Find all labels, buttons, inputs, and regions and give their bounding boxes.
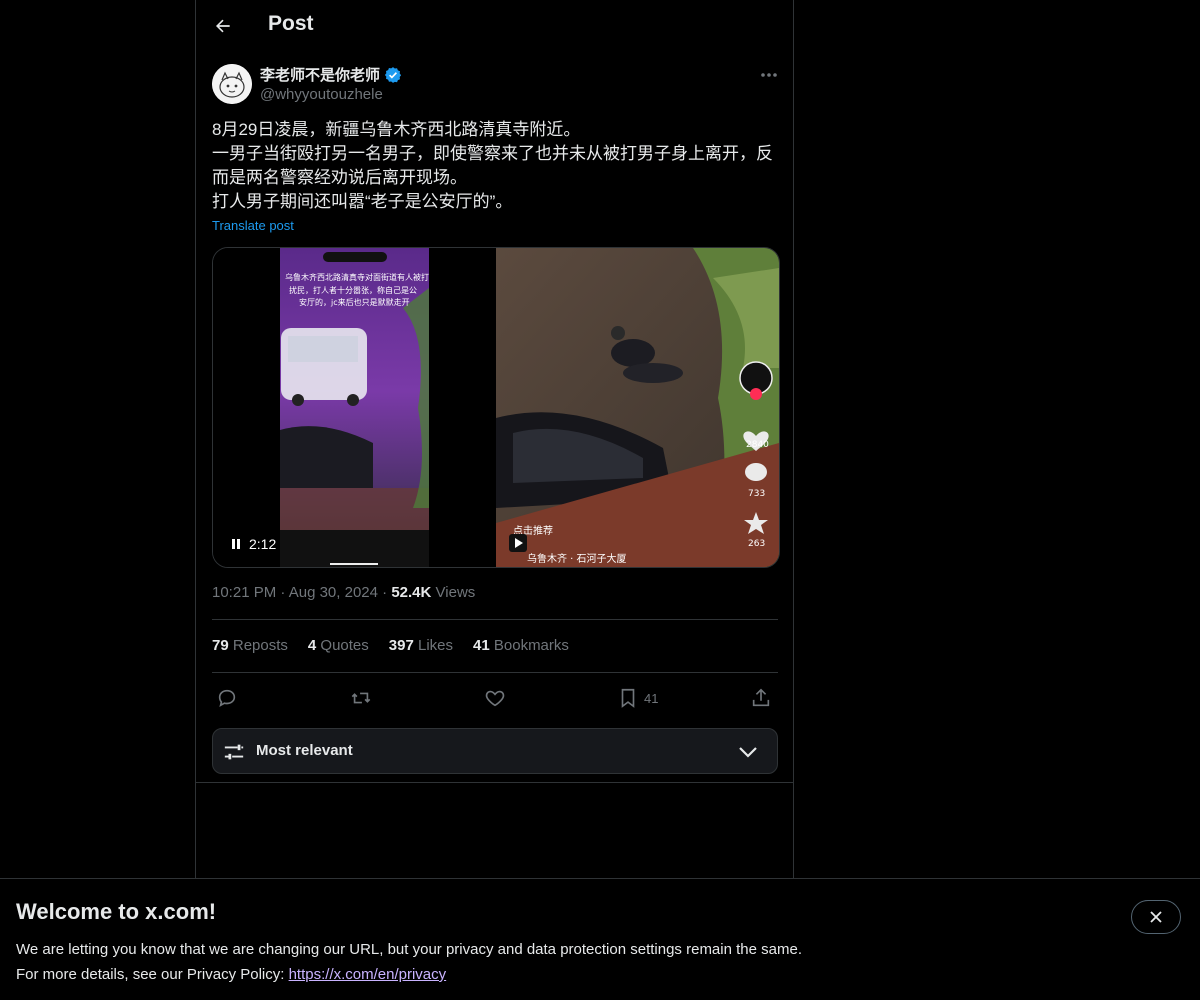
- heart-icon: [485, 690, 505, 707]
- avatar[interactable]: [212, 64, 252, 104]
- banner-line1: We are letting you know that we are chan…: [16, 941, 802, 958]
- separator-dot: ·: [280, 584, 289, 601]
- banner-title: Welcome to x.com!: [16, 899, 217, 924]
- reposts-count: 79: [212, 637, 229, 654]
- author-handle[interactable]: @whyyoutouzhele: [260, 86, 383, 103]
- privacy-policy-link[interactable]: https://x.com/en/privacy: [289, 966, 447, 983]
- more-options-button[interactable]: [754, 64, 784, 86]
- quotes-label: Quotes: [320, 637, 369, 654]
- divider: [212, 619, 778, 620]
- reposts-stat[interactable]: 79 Reposts: [212, 637, 288, 654]
- post-stats: 79 Reposts 4 Quotes 397 Likes 41 Bookmar…: [212, 637, 569, 654]
- banner-text: We are letting you know that we are chan…: [16, 937, 802, 987]
- more-dots-icon: [761, 73, 777, 77]
- post-text: 8月29日凌晨，新疆乌鲁木齐西北路清真寺附近。 一男子当街殴打另一名男子，即使警…: [212, 118, 782, 214]
- likes-count: 397: [388, 637, 414, 654]
- url-change-banner: Welcome to x.com! We are letting you kno…: [0, 878, 1200, 1000]
- share-icon: [752, 688, 770, 707]
- arrow-left-icon: [216, 19, 230, 33]
- main-column: Post 李老师不是你老师 @whyyoutouzhele 8月29日凌晨，新疆…: [195, 0, 794, 878]
- pause-icon[interactable]: [231, 538, 241, 550]
- post-timestamp: 10:21 PM · Aug 30, 2024 · 52.4K Views: [212, 584, 475, 601]
- bookmark-icon: [621, 688, 635, 708]
- reposts-label: Reposts: [232, 637, 288, 654]
- video-controls: 2:12: [231, 536, 276, 552]
- close-icon: [1150, 911, 1162, 923]
- video-location: 乌鲁木齐 · 石河子大厦: [527, 552, 627, 565]
- repost-icon: [351, 692, 371, 704]
- sort-label: Most relevant: [256, 742, 353, 759]
- quotes-stat[interactable]: 4 Quotes: [308, 637, 369, 654]
- action-bar: 41: [212, 684, 778, 712]
- banner-line2-prefix: For more details, see our Privacy Policy…: [16, 966, 289, 983]
- divider: [212, 672, 778, 673]
- video-overlay-top: 乌鲁木齐西北路清真寺对面街道有人被打: [285, 272, 429, 282]
- sliders-icon: [224, 744, 244, 760]
- author-name-text: 李老师不是你老师: [260, 67, 381, 84]
- video-duration: 2:12: [249, 536, 277, 552]
- close-banner-button[interactable]: [1131, 900, 1181, 934]
- author-name[interactable]: 李老师不是你老师: [260, 64, 402, 85]
- bookmark-count: 41: [644, 690, 659, 706]
- video-comments: 733: [748, 489, 765, 499]
- video-overlay-line2: 安厅的，jc来后也只是默默走开: [299, 297, 410, 307]
- share-button[interactable]: [750, 684, 772, 712]
- quotes-count: 4: [307, 637, 317, 654]
- bookmarks-stat[interactable]: 41 Bookmarks: [473, 637, 569, 654]
- bookmark-button[interactable]: 41: [618, 684, 658, 712]
- chevron-down-icon: [739, 747, 757, 758]
- page-title: Post: [268, 12, 314, 35]
- bookmarks-label: Bookmarks: [493, 637, 569, 654]
- banner-line2: For more details, see our Privacy Policy…: [16, 962, 802, 987]
- likes-label: Likes: [417, 637, 454, 654]
- page-header: Post: [196, 0, 793, 54]
- verified-badge-icon: [384, 66, 402, 83]
- separator-dot: ·: [382, 584, 392, 601]
- video-overlay-line1: 扰民，打人者十分嚣张，称自己是公: [289, 285, 417, 295]
- back-button[interactable]: [206, 9, 240, 43]
- post-line: 而是两名警察经劝说后离开现场。: [212, 168, 467, 187]
- bookmarks-count: 41: [473, 637, 490, 654]
- post-time[interactable]: 10:21 PM: [212, 584, 276, 601]
- like-button[interactable]: [484, 684, 506, 712]
- reply-icon: [218, 689, 236, 708]
- video-stars: 263: [748, 539, 765, 549]
- likes-stat[interactable]: 397 Likes: [389, 637, 453, 654]
- repost-button[interactable]: [350, 684, 372, 712]
- post-line: 打人男子期间还叫嚣“老子是公安厅的”。: [212, 192, 513, 211]
- translate-post-link[interactable]: Translate post: [212, 218, 294, 233]
- post-line: 8月29日凌晨，新疆乌鲁木齐西北路清真寺附近。: [212, 120, 581, 139]
- post-date[interactable]: Aug 30, 2024: [289, 584, 378, 601]
- column-divider: [196, 782, 793, 783]
- video-likes: 2840: [746, 440, 769, 450]
- views-label: Views: [435, 584, 476, 601]
- video-frame: 乌鲁木齐西北路清真寺对面街道有人被打 扰民，打人者十分嚣张，称自己是公 安厅的，…: [213, 248, 779, 567]
- sort-replies-dropdown[interactable]: Most relevant: [212, 728, 778, 774]
- post-line: 一男子当街殴打另一名男子，即使警察来了也并未从被打男子身上离开，反: [212, 144, 773, 163]
- reply-button[interactable]: [216, 684, 238, 712]
- video-player[interactable]: 乌鲁木齐西北路清真寺对面街道有人被打 扰民，打人者十分嚣张，称自己是公 安厅的，…: [212, 247, 780, 568]
- views-count: 52.4K: [391, 584, 432, 601]
